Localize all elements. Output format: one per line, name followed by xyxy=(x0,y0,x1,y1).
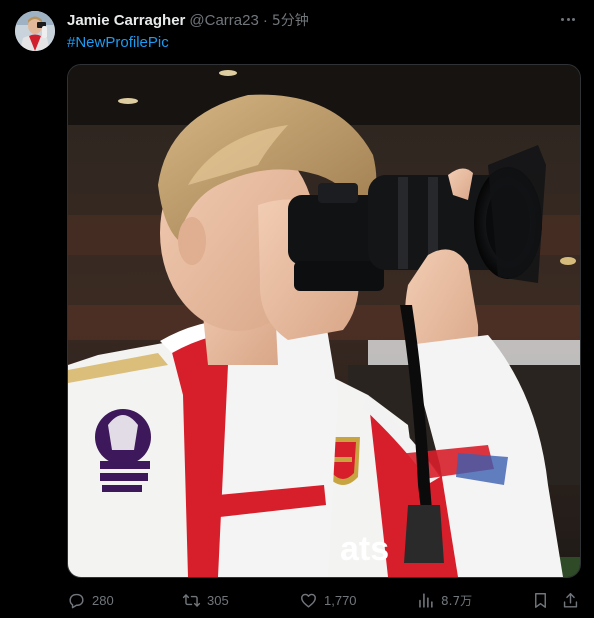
tweet-timestamp[interactable]: 5分钟 xyxy=(272,10,309,30)
reply-count: 280 xyxy=(92,592,114,608)
share-icon xyxy=(563,592,578,608)
bookmark-button[interactable] xyxy=(531,589,550,611)
like-icon xyxy=(301,593,316,608)
share-button[interactable] xyxy=(561,589,580,611)
author-handle[interactable]: @Carra23 xyxy=(189,12,258,29)
author-avatar[interactable] xyxy=(15,11,55,51)
retweet-button[interactable]: 305 xyxy=(182,589,229,611)
views-button[interactable]: 8.7万 xyxy=(416,589,472,611)
photo-illustration: ats xyxy=(68,65,580,577)
tweet-header: Jamie Carragher @Carra23 · 5分钟 xyxy=(67,10,309,30)
retweet-count: 305 xyxy=(207,592,229,608)
shirt-sponsor-text: ats xyxy=(340,530,389,568)
views-icon xyxy=(419,592,433,608)
league-badge xyxy=(95,409,151,492)
reply-button[interactable]: 280 xyxy=(67,589,114,611)
tweet-text: #NewProfilePic xyxy=(67,33,169,53)
hashtag-link[interactable]: #NewProfilePic xyxy=(67,34,169,51)
like-count: 1,770 xyxy=(324,592,357,608)
retweet-icon xyxy=(182,593,201,607)
author-name[interactable]: Jamie Carragher xyxy=(67,12,185,29)
action-bar: 280 305 1,770 8.7万 xyxy=(67,589,581,611)
bookmark-icon xyxy=(535,592,546,608)
separator-dot: · xyxy=(262,11,268,29)
more-icon[interactable] xyxy=(558,11,578,27)
reply-icon xyxy=(69,593,84,608)
tweet-photo[interactable]: ats xyxy=(67,64,581,578)
tweet[interactable]: Jamie Carragher @Carra23 · 5分钟 #NewProfi… xyxy=(0,0,594,618)
views-count: 8.7万 xyxy=(441,593,473,608)
like-button[interactable]: 1,770 xyxy=(299,589,357,611)
